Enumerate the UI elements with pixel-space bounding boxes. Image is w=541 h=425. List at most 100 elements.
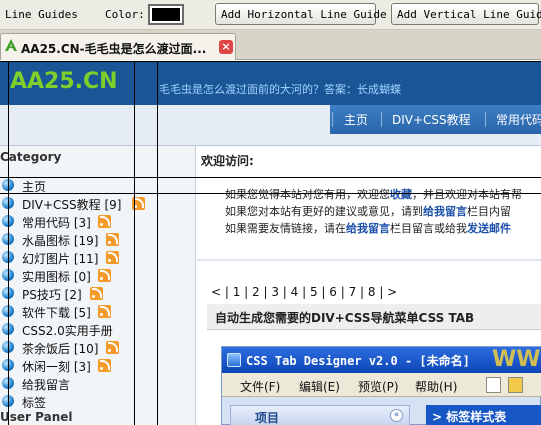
rss-icon[interactable] (90, 287, 103, 300)
nav-left-blank (0, 105, 330, 134)
rss-icon[interactable] (106, 251, 119, 264)
welcome-text: 栏目内留 (467, 205, 511, 218)
section-divider (197, 259, 541, 261)
open-folder-icon (508, 377, 523, 393)
nav-separator (485, 112, 486, 127)
sidebar-item-label: 茶余饭后 [10] (22, 342, 99, 356)
browser-tab[interactable]: AA25.CN-毛毛虫是怎么渡过面... × (0, 33, 236, 60)
sidebar-item-css-manual[interactable]: CSS2.0实用手册 (2, 320, 192, 338)
rss-icon[interactable] (106, 233, 119, 246)
site-logo[interactable]: AA25.CN (10, 69, 118, 94)
header-bottom-strip (0, 134, 541, 146)
browser-tab-strip: AA25.CN-毛毛虫是怎么渡过面... × (0, 30, 541, 60)
welcome-line: 如果您对本站有更好的建议或意见，请到给我留言栏目内留 (225, 203, 511, 219)
app-menu-help: 帮助(H) (415, 380, 458, 394)
sidebar-item-tags[interactable]: 标签 (2, 392, 192, 410)
sidebar-item-common-code[interactable]: 常用代码 [3] (2, 212, 192, 230)
site-tagline: 毛毛虫是怎么渡过面前的大河的？答案：长成蝴蝶 (159, 83, 401, 96)
horizontal-line-guide[interactable] (0, 177, 541, 178)
sidebar-item-slideshow[interactable]: 幻灯图片 [11] (2, 248, 192, 266)
rss-icon[interactable] (98, 215, 111, 228)
sidebar: Category 主页 DIV+CSS教程 [9] 常用代码 [3] 水晶图标 … (0, 146, 196, 425)
app-stylesheet-panel: > 标签样式表 (426, 405, 541, 425)
rss-icon[interactable] (98, 269, 111, 282)
bookmark-link[interactable]: 收藏 (390, 188, 412, 201)
guestbook-link[interactable]: 给我留言 (423, 205, 467, 218)
add-horizontal-guide-button[interactable]: Add Horizontal Line Guide (215, 3, 387, 25)
color-swatch-fill (152, 8, 180, 21)
collapse-chevron-icon: « (390, 409, 403, 422)
app-menu-edit: 编辑(E) (299, 380, 340, 394)
vertical-line-guide[interactable] (157, 61, 158, 425)
welcome-text: 栏目留言或给我 (390, 222, 467, 235)
welcome-text: 如果您觉得本站对您有用，欢迎您 (225, 188, 390, 201)
sidebar-item-label: 常用代码 [3] (22, 216, 91, 230)
line-guides-label: Line Guides (5, 8, 78, 21)
sidebar-item-label: 实用图标 [0] (22, 270, 91, 284)
sidebar-item-label: 休闲一刻 [3] (22, 360, 91, 374)
horizontal-line-guide[interactable] (0, 61, 541, 62)
sidebar-item-label: CSS2.0实用手册 (22, 324, 113, 338)
site-header: AA25.CN 毛毛虫是怎么渡过面前的大河的？答案：长成蝴蝶 (0, 61, 541, 105)
sidebar-item-guestbook[interactable]: 给我留言 (2, 374, 192, 392)
color-swatch[interactable] (148, 4, 184, 25)
watermark: WW (492, 347, 541, 372)
sidebar-item-crystal-icons[interactable]: 水晶图标 [19] (2, 230, 192, 248)
tab-title: AA25.CN-毛毛虫是怎么渡过面... (21, 42, 207, 56)
sidebar-item-label: 标签 (22, 396, 47, 410)
app-menu-preview: 预览(P) (358, 380, 399, 394)
app-project-panel: 项目 « (230, 405, 410, 425)
welcome-line: 如果您觉得本站对您有用，欢迎您收藏，并且欢迎对本站有帮 (225, 186, 522, 202)
app-menu-file: 文件(F) (240, 380, 281, 394)
project-panel-label: 项目 (255, 411, 280, 425)
sidebar-item-break[interactable]: 休闲一刻 [3] (2, 356, 192, 374)
nav-item-home[interactable]: 主页 (344, 111, 368, 128)
welcome-text: ，并且欢迎对本站有帮 (412, 188, 522, 201)
nav-separator (381, 112, 382, 127)
stylesheet-panel-label: > 标签样式表 (432, 410, 507, 424)
rss-icon[interactable] (98, 305, 111, 318)
app-menubar: 文件(F) 编辑(E) 预览(P) 帮助(H) (222, 373, 541, 397)
welcome-text: 如果您对本站有更好的建议或意见，请到 (225, 205, 423, 218)
close-icon[interactable]: × (219, 40, 233, 54)
article-title-bar: 自动生成您需要的DIV+CSS导航菜单CSS TAB (207, 304, 541, 330)
sidebar-item-home[interactable]: 主页 (2, 176, 192, 194)
new-document-icon (486, 377, 501, 393)
article-title[interactable]: 自动生成您需要的DIV+CSS导航菜单CSS TAB (215, 309, 474, 326)
sidebar-item-label: 幻灯图片 [11] (22, 252, 99, 266)
article-image: CSS Tab Designer v2.0 - [未命名] WW 文件(F) 编… (221, 346, 541, 425)
green-a-icon (5, 39, 17, 51)
site-nav: 主页 DIV+CSS教程 常用代码 (0, 105, 541, 134)
main-content: 欢迎访问: 如果您觉得本站对您有用，欢迎您收藏，并且欢迎对本站有帮 如果您对本站… (197, 146, 541, 425)
app-icon (227, 353, 241, 367)
horizontal-line-guide[interactable] (0, 193, 541, 194)
app-title: CSS Tab Designer v2.0 - [未命名] (246, 354, 470, 368)
nav-separator (332, 112, 333, 127)
app-titlebar: CSS Tab Designer v2.0 - [未命名] WW (222, 347, 541, 373)
welcome-text: 如果需要友情链接，请在 (225, 222, 346, 235)
send-email-link[interactable]: 发送邮件 (467, 222, 511, 235)
sidebar-item-ps-tips[interactable]: PS技巧 [2] (2, 284, 192, 302)
nav-item-common-code[interactable]: 常用代码 (496, 111, 541, 128)
vertical-line-guide[interactable] (134, 61, 135, 425)
guide-toolbar: Line Guides Color: Add Horizontal Line G… (0, 0, 541, 30)
nav-item-div-css[interactable]: DIV+CSS教程 (392, 111, 471, 128)
sidebar-item-software[interactable]: 软件下载 [5] (2, 302, 192, 320)
sidebar-item-div-css[interactable]: DIV+CSS教程 [9] (2, 194, 192, 212)
sidebar-item-label: 软件下载 [5] (22, 306, 91, 320)
sidebar-item-label: PS技巧 [2] (22, 288, 82, 302)
pagination[interactable]: < | 1 | 2 | 3 | 4 | 5 | 6 | 7 | 8 | > (211, 285, 397, 299)
sidebar-item-leisure[interactable]: 茶余饭后 [10] (2, 338, 192, 356)
rss-icon[interactable] (106, 341, 119, 354)
color-label: Color: (105, 8, 145, 21)
add-vertical-guide-button[interactable]: Add Vertical Line Guide (391, 3, 541, 25)
vertical-line-guide[interactable] (8, 61, 9, 425)
guestbook-link[interactable]: 给我留言 (346, 222, 390, 235)
sidebar-item-useful-icons[interactable]: 实用图标 [0] (2, 266, 192, 284)
sidebar-item-label: 给我留言 (22, 378, 71, 392)
sidebar-item-label: DIV+CSS教程 [9] (22, 198, 122, 212)
rss-icon[interactable] (98, 359, 111, 372)
category-heading: Category (0, 150, 62, 164)
sidebar-item-label: 水晶图标 [19] (22, 234, 99, 248)
welcome-title: 欢迎访问: (201, 154, 254, 168)
